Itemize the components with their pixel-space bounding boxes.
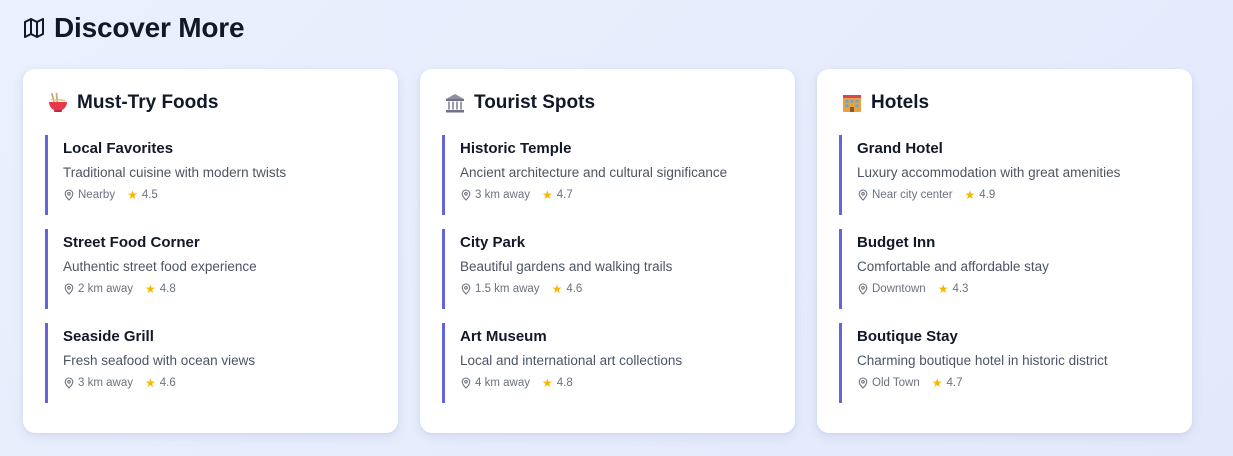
item-distance: 1.5 km away (475, 283, 540, 295)
item-meta: 2 km away ★ 4.8 (63, 282, 376, 296)
list-item[interactable]: Grand Hotel Luxury accommodation with gr… (839, 135, 1170, 215)
item-description: Comfortable and affordable stay (857, 259, 1049, 274)
card-title-text: Hotels (871, 92, 930, 113)
star-icon: ★ (144, 376, 156, 390)
list-item[interactable]: Budget Inn Comfortable and affordable st… (839, 229, 1170, 309)
card-tourist-spots: Tourist Spots Historic Temple Ancient ar… (420, 69, 795, 433)
item-description: Traditional cuisine with modern twists (63, 165, 287, 180)
list-item[interactable]: City Park Beautiful gardens and walking … (442, 229, 773, 309)
location-pin-icon (461, 189, 471, 201)
item-distance: 2 km away (78, 283, 133, 295)
item-rating: 4.5 (141, 189, 158, 201)
item-meta: 4 km away ★ 4.8 (460, 376, 773, 390)
item-rating: 4.9 (979, 189, 996, 201)
item-distance: 4 km away (475, 377, 530, 389)
noodle-bowl-icon (49, 92, 67, 112)
item-distance: 3 km away (78, 377, 133, 389)
hotel-icon (843, 95, 861, 112)
card-title-text: Must-Try Foods (77, 92, 219, 113)
item-name: Street Food Corner (63, 234, 200, 251)
location-pin-icon (64, 377, 74, 389)
item-rating: 4.8 (556, 377, 573, 389)
card-title-text: Tourist Spots (474, 92, 596, 113)
star-icon: ★ (964, 188, 976, 202)
item-description: Fresh seafood with ocean views (63, 353, 256, 368)
item-rating: 4.7 (556, 189, 573, 201)
location-pin-icon (461, 377, 471, 389)
item-name: Historic Temple (460, 140, 572, 157)
item-distance: 3 km away (475, 189, 530, 201)
star-icon: ★ (931, 376, 943, 390)
location-pin-icon (64, 283, 74, 295)
list-item[interactable]: Historic Temple Ancient architecture and… (442, 135, 773, 215)
star-icon: ★ (144, 282, 156, 296)
item-distance: Nearby (78, 189, 116, 201)
classical-building-icon (446, 94, 464, 113)
item-meta: Near city center ★ 4.9 (857, 188, 1170, 202)
star-icon: ★ (937, 282, 949, 296)
star-icon: ★ (551, 282, 563, 296)
list-item[interactable]: Boutique Stay Charming boutique hotel in… (839, 323, 1170, 403)
item-meta: 3 km away ★ 4.6 (63, 376, 376, 390)
list-item[interactable]: Local Favorites Traditional cuisine with… (45, 135, 376, 215)
item-name: Art Museum (460, 328, 547, 345)
item-rating: 4.6 (566, 283, 583, 295)
card-hotels: Hotels Grand Hotel Luxury accommodation … (817, 69, 1192, 433)
item-description: Ancient architecture and cultural signif… (460, 165, 728, 180)
page-header: Discover More (22, 12, 245, 44)
item-description: Charming boutique hotel in historic dist… (857, 353, 1108, 368)
location-pin-icon (858, 283, 868, 295)
item-distance: Downtown (872, 283, 926, 295)
item-description: Local and international art collections (460, 353, 683, 368)
item-description: Luxury accommodation with great amenitie… (857, 165, 1121, 180)
item-distance: Old Town (872, 377, 920, 389)
item-meta: 3 km away ★ 4.7 (460, 188, 773, 202)
item-meta: Downtown ★ 4.3 (857, 282, 1170, 296)
item-meta: Nearby ★ 4.5 (63, 188, 376, 202)
item-rating: 4.3 (952, 283, 969, 295)
star-icon: ★ (541, 188, 553, 202)
location-pin-icon (461, 283, 471, 295)
location-pin-icon (858, 189, 868, 201)
item-name: City Park (460, 234, 526, 251)
card-title: Tourist Spots (444, 91, 773, 115)
item-name: Seaside Grill (63, 328, 154, 345)
item-distance: Near city center (872, 189, 953, 201)
item-description: Authentic street food experience (63, 259, 257, 274)
item-rating: 4.8 (159, 283, 176, 295)
item-meta: 1.5 km away ★ 4.6 (460, 282, 773, 296)
map-icon (24, 18, 44, 38)
item-rating: 4.6 (159, 377, 176, 389)
list-item[interactable]: Street Food Corner Authentic street food… (45, 229, 376, 309)
star-icon: ★ (541, 376, 553, 390)
cards-row: Must-Try Foods Local Favorites Tradition… (23, 69, 1192, 433)
list-item[interactable]: Art Museum Local and international art c… (442, 323, 773, 403)
card-title: Hotels (841, 91, 1170, 115)
page-title: Discover More (54, 12, 245, 43)
discover-page: Discover More Must-Try Foods Local Favor… (0, 0, 1233, 456)
item-description: Beautiful gardens and walking trails (460, 259, 673, 274)
card-title: Must-Try Foods (47, 91, 376, 115)
list-item[interactable]: Seaside Grill Fresh seafood with ocean v… (45, 323, 376, 403)
item-rating: 4.7 (946, 377, 963, 389)
item-name: Budget Inn (857, 234, 936, 251)
star-icon: ★ (127, 188, 138, 202)
item-name: Local Favorites (63, 140, 174, 157)
card-must-try-foods: Must-Try Foods Local Favorites Tradition… (23, 69, 398, 433)
location-pin-icon (858, 377, 868, 389)
item-name: Grand Hotel (857, 140, 943, 157)
location-pin-icon (64, 189, 74, 201)
item-meta: Old Town ★ 4.7 (857, 376, 1170, 390)
item-name: Boutique Stay (857, 328, 958, 345)
